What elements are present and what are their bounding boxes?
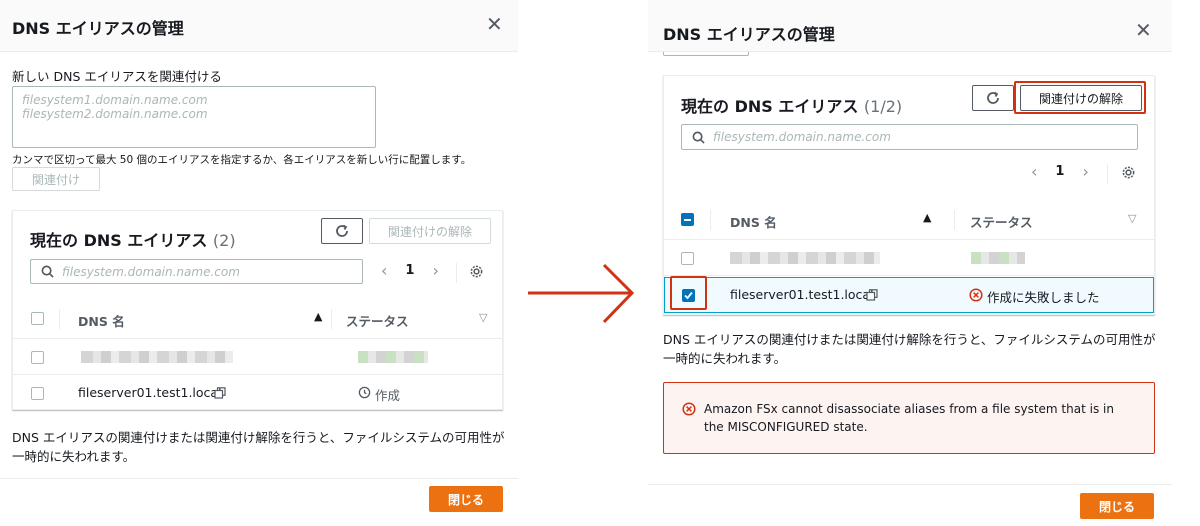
column-divider <box>331 309 332 329</box>
panel-title-text: 現在の DNS エイリアス <box>681 97 859 116</box>
redacted-dns-name <box>730 252 880 264</box>
close-button[interactable]: 閉じる <box>429 486 503 512</box>
clock-icon <box>358 386 371 399</box>
sort-ascending-icon[interactable]: ▲ <box>923 211 931 224</box>
redacted-status <box>971 252 1025 264</box>
close-icon[interactable]: ✕ <box>1135 20 1152 40</box>
alias-textarea[interactable]: filesystem1.domain.name.com filesystem2.… <box>12 86 376 148</box>
search-placeholder: filesystem.domain.name.com <box>713 130 891 144</box>
chevron-left-icon[interactable]: ‹ <box>1031 162 1037 181</box>
chevron-right-icon[interactable]: › <box>1082 162 1088 181</box>
panel-title: 現在の DNS エイリアス (2) <box>30 227 236 251</box>
sort-ascending-icon[interactable]: ▲ <box>314 310 322 323</box>
search-icon <box>41 265 54 278</box>
sort-icon[interactable]: ▽ <box>479 311 487 324</box>
table-row[interactable]: fileserver01.test1.local 作成 <box>13 375 502 411</box>
refresh-button[interactable] <box>972 85 1014 111</box>
table-row[interactable] <box>13 339 502 375</box>
search-icon <box>692 131 705 144</box>
disassociate-button[interactable]: 関連付けの解除 <box>369 218 491 244</box>
column-status[interactable]: ステータス <box>970 212 1033 231</box>
alias-textarea-placeholder: filesystem1.domain.name.com filesystem2.… <box>22 93 208 121</box>
redacted-dns-name <box>81 351 233 363</box>
current-aliases-panel: 現在の DNS エイリアス (2) 関連付けの解除 filesystem.dom… <box>12 210 503 410</box>
copy-icon[interactable] <box>214 387 226 399</box>
copy-icon[interactable] <box>866 289 878 301</box>
error-alert: Amazon FSx cannot disassociate aliases f… <box>663 382 1155 454</box>
status-text: 作成に失敗しました <box>987 290 1100 305</box>
modal-title: DNS エイリアスの管理 <box>663 25 835 44</box>
dns-name: fileserver01.test1.local <box>78 385 222 400</box>
arrow-right-icon <box>528 263 635 324</box>
manage-dns-aliases-modal-after: DNS エイリアスの管理 ✕ 現在の DNS エイリアス (1/2) 関連付けの… <box>648 0 1172 526</box>
redacted-status <box>358 351 428 363</box>
gear-icon[interactable] <box>469 264 484 279</box>
dns-name: fileserver01.test1.local <box>730 287 874 302</box>
footer-divider <box>0 478 518 479</box>
highlight-checkbox <box>670 276 707 310</box>
close-icon[interactable]: ✕ <box>486 14 503 34</box>
availability-note: DNS エイリアスの関連付けまたは関連付け解除を行うと、ファイルシステムの可用性… <box>663 332 1156 366</box>
associate-button[interactable]: 関連付け <box>12 167 100 191</box>
sort-icon[interactable]: ▽ <box>1128 212 1136 225</box>
page-number[interactable]: 1 <box>1055 164 1064 179</box>
close-button[interactable]: 閉じる <box>1080 493 1154 519</box>
refresh-icon <box>987 91 999 104</box>
alias-hint: カンマで区切って最大 50 個のエイリアスを指定するか、各エイリアスを新しい行に… <box>12 154 472 166</box>
modal-title: DNS エイリアスの管理 <box>12 19 184 38</box>
column-dns-name[interactable]: DNS 名 <box>78 311 125 330</box>
chevron-right-icon[interactable]: › <box>432 261 438 280</box>
column-divider <box>59 309 60 329</box>
column-divider <box>710 210 711 230</box>
new-alias-label: 新しい DNS エイリアスを関連付ける <box>12 69 222 84</box>
scrolled-button-edge <box>663 52 749 56</box>
table-row[interactable] <box>664 240 1154 276</box>
panel-count: (1/2) <box>863 97 903 116</box>
row-checkbox[interactable] <box>31 387 44 400</box>
refresh-icon <box>336 224 348 237</box>
error-icon <box>682 402 696 416</box>
availability-note: DNS エイリアスの関連付けまたは関連付け解除を行うと、ファイルシステムの可用性… <box>12 430 505 464</box>
pager-divider <box>1107 164 1108 184</box>
manage-dns-aliases-modal-before: DNS エイリアスの管理 ✕ 新しい DNS エイリアスを関連付ける files… <box>0 0 518 526</box>
row-checkbox[interactable] <box>681 252 694 265</box>
error-icon <box>969 288 983 302</box>
column-divider <box>954 210 955 230</box>
table-header: DNS 名 ▲ ステータス ▽ <box>664 200 1154 240</box>
pager-divider <box>456 263 457 283</box>
row-checkbox[interactable] <box>31 351 44 364</box>
refresh-button[interactable] <box>321 218 363 244</box>
select-all-checkbox[interactable] <box>31 312 44 325</box>
status-text: 作成 <box>375 388 401 403</box>
page-number[interactable]: 1 <box>405 263 414 278</box>
current-aliases-panel: 現在の DNS エイリアス (1/2) 関連付けの解除 filesystem.d… <box>663 75 1155 315</box>
modal-header: DNS エイリアスの管理 ✕ <box>648 0 1172 52</box>
highlight-disassociate <box>1014 81 1146 114</box>
table-row-selected[interactable]: fileserver01.test1.local 作成に失敗しました <box>664 276 1154 313</box>
chevron-left-icon[interactable]: ‹ <box>381 261 387 280</box>
pagination: ‹ 1 › <box>1031 162 1089 181</box>
search-placeholder: filesystem.domain.name.com <box>62 264 240 279</box>
panel-title: 現在の DNS エイリアス (1/2) <box>681 93 902 117</box>
panel-count: (2) <box>212 231 236 250</box>
select-all-checkbox[interactable] <box>681 213 694 226</box>
column-status[interactable]: ステータス <box>346 311 409 330</box>
footer-divider <box>648 484 1172 485</box>
gear-icon[interactable] <box>1121 165 1136 180</box>
table-header: DNS 名 ▲ ステータス ▽ <box>13 299 502 339</box>
error-message: Amazon FSx cannot disassociate aliases f… <box>704 402 1114 434</box>
search-input[interactable]: filesystem.domain.name.com <box>681 124 1138 150</box>
pagination: ‹ 1 › <box>381 261 439 280</box>
panel-title-text: 現在の DNS エイリアス <box>30 231 208 250</box>
search-input[interactable]: filesystem.domain.name.com <box>30 259 363 284</box>
column-dns-name[interactable]: DNS 名 <box>730 212 777 231</box>
modal-header: DNS エイリアスの管理 ✕ <box>0 0 518 52</box>
